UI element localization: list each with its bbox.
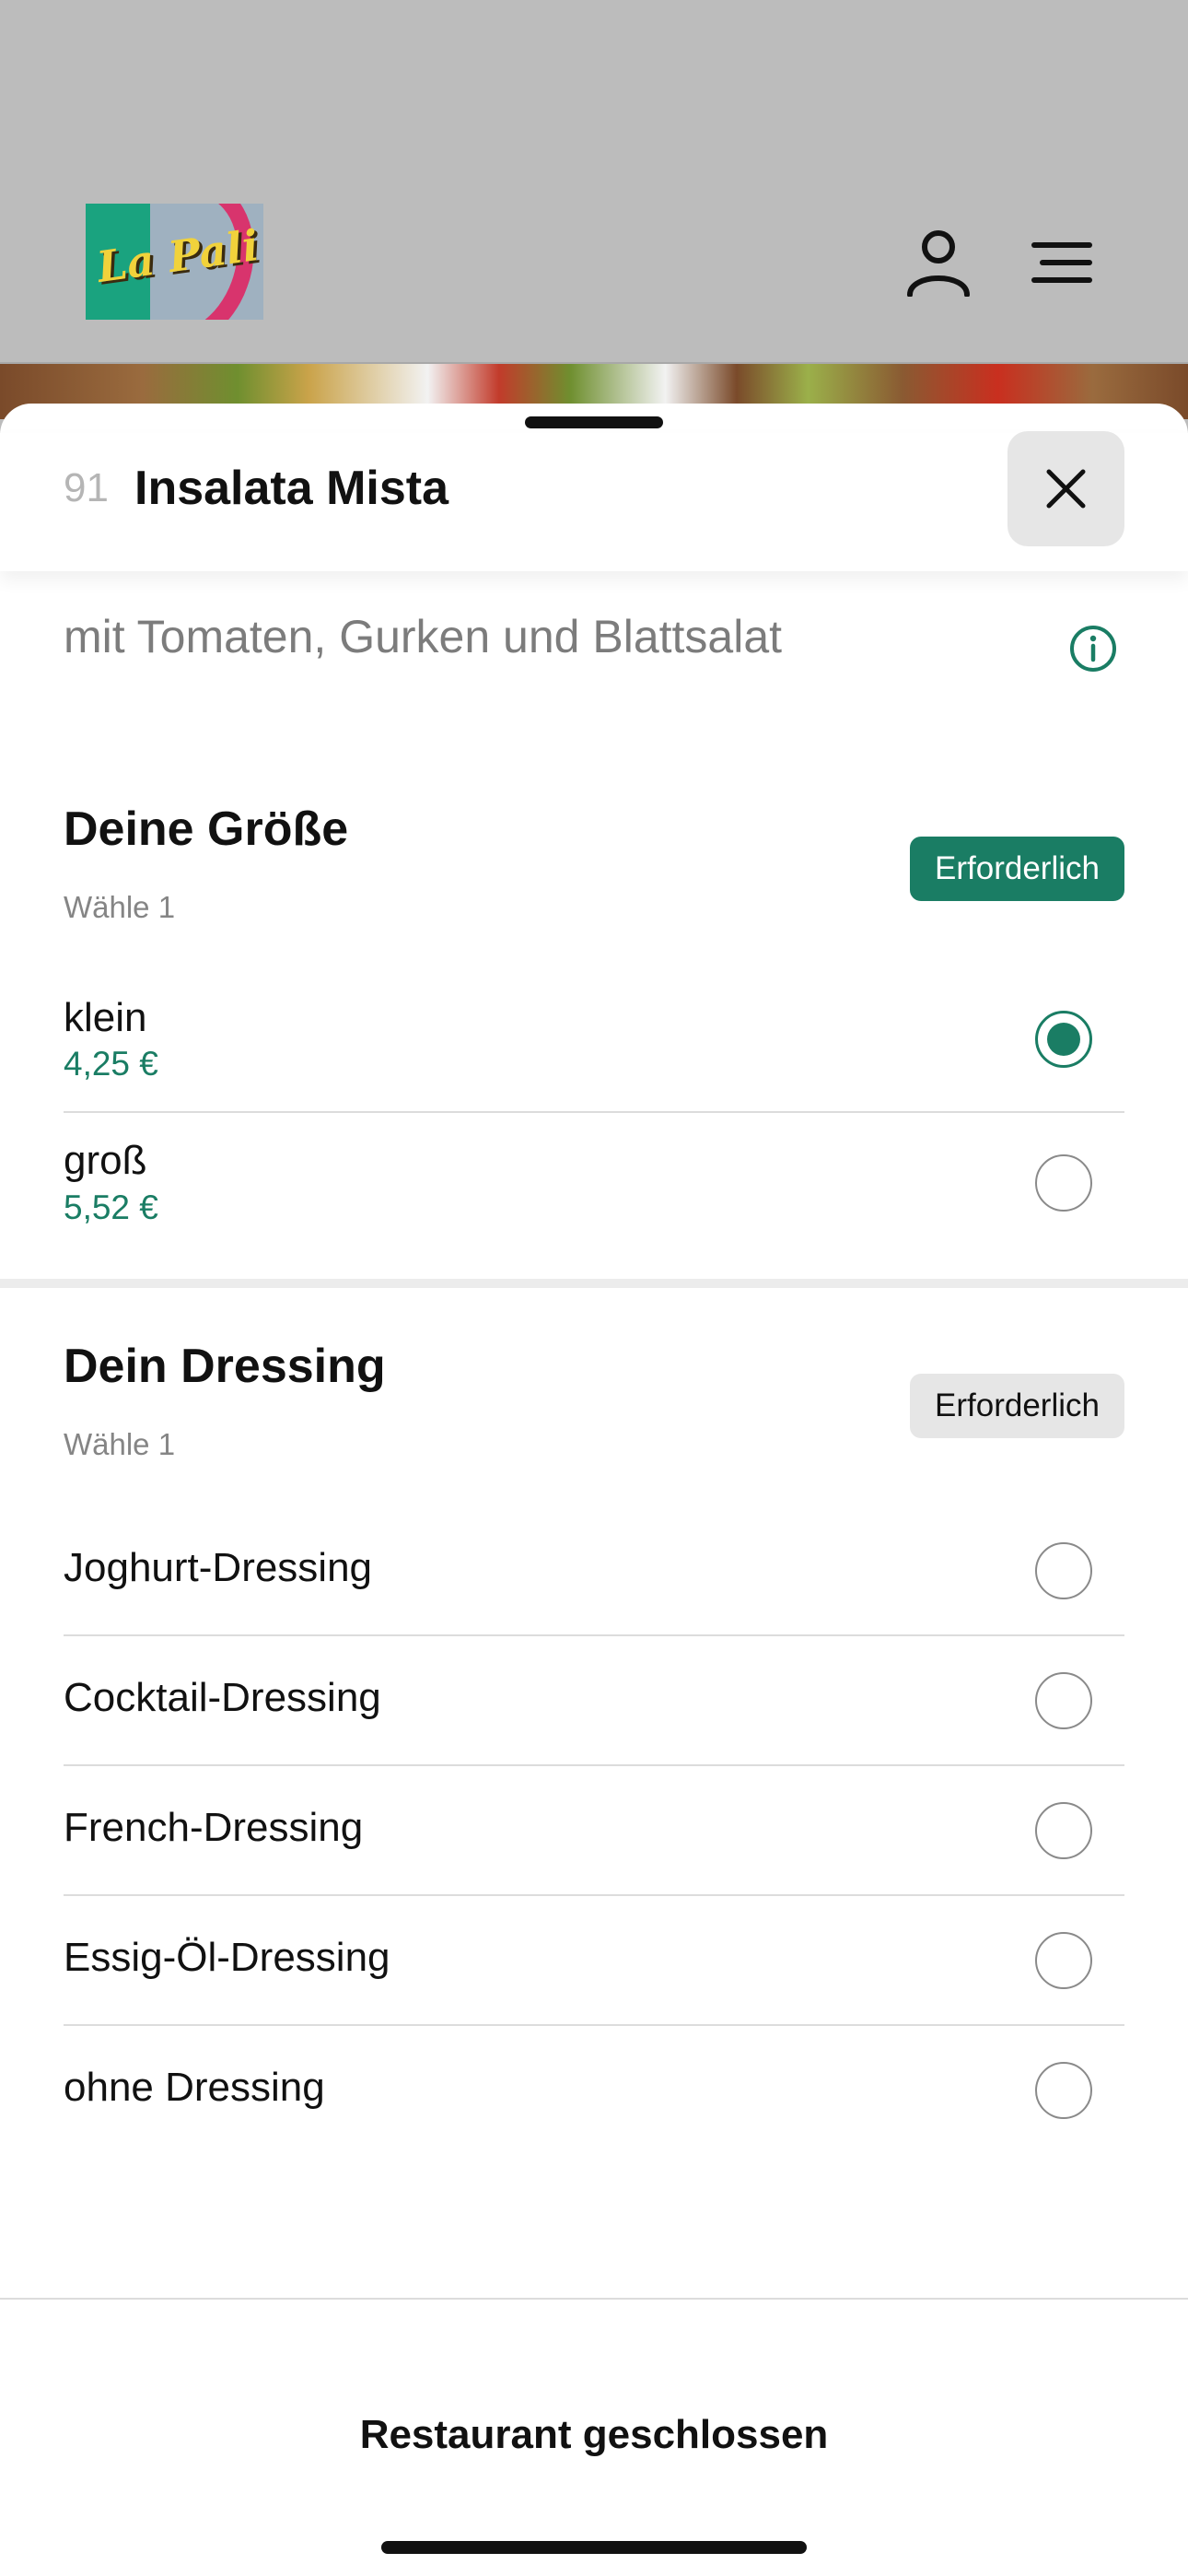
restaurant-status: Restaurant geschlossen: [359, 2412, 829, 2457]
sheet-grabber[interactable]: [525, 416, 663, 428]
divider: [64, 1764, 1124, 1766]
info-icon[interactable]: [1068, 624, 1118, 673]
option-name: Essig-Öl-Dressing: [64, 1935, 390, 1980]
section-subtitle-dressing: Wähle 1: [64, 1427, 176, 1461]
required-badge-size: Erforderlich: [910, 837, 1124, 901]
option-price: 5,52 €: [64, 1188, 158, 1226]
menu-icon[interactable]: [1031, 241, 1092, 284]
radio-button[interactable]: [1035, 2062, 1092, 2119]
option-price: 4,25 €: [64, 1045, 158, 1083]
radio-button[interactable]: [1035, 1542, 1092, 1599]
item-title: Insalata Mista: [134, 462, 449, 515]
section-subtitle-size: Wähle 1: [64, 890, 176, 924]
required-badge-dressing: Erforderlich: [910, 1374, 1124, 1438]
footer-divider: [0, 2298, 1188, 2300]
user-icon[interactable]: [906, 228, 971, 297]
close-button[interactable]: [1007, 431, 1124, 546]
section-separator: [0, 1279, 1188, 1288]
radio-button[interactable]: [1035, 1154, 1092, 1212]
divider: [64, 2024, 1124, 2026]
divider: [64, 1634, 1124, 1636]
item-detail-sheet: [0, 404, 1188, 2576]
divider: [64, 1894, 1124, 1896]
close-icon: [1046, 469, 1086, 509]
restaurant-logo[interactable]: La Pali: [86, 204, 263, 320]
home-indicator[interactable]: [381, 2541, 807, 2554]
option-name: French-Dressing: [64, 1805, 364, 1850]
option-name: ohne Dressing: [64, 2065, 325, 2110]
radio-button[interactable]: [1035, 1802, 1092, 1859]
screen: La Pali 91 Insalata Mista mit Tomaten, G…: [0, 0, 1188, 2576]
option-name: Cocktail-Dressing: [64, 1675, 381, 1720]
section-title-dressing: Dein Dressing: [64, 1340, 386, 1393]
radio-button[interactable]: [1035, 1672, 1092, 1729]
option-name: klein: [64, 995, 147, 1040]
radio-button-checked[interactable]: [1035, 1011, 1092, 1068]
divider: [64, 1111, 1124, 1113]
option-name: Joghurt-Dressing: [64, 1545, 373, 1590]
radio-button[interactable]: [1035, 1932, 1092, 1989]
item-description: mit Tomaten, Gurken und Blattsalat: [64, 611, 783, 662]
option-name: groß: [64, 1138, 147, 1183]
section-title-size: Deine Größe: [64, 802, 349, 856]
item-number: 91: [64, 465, 109, 510]
